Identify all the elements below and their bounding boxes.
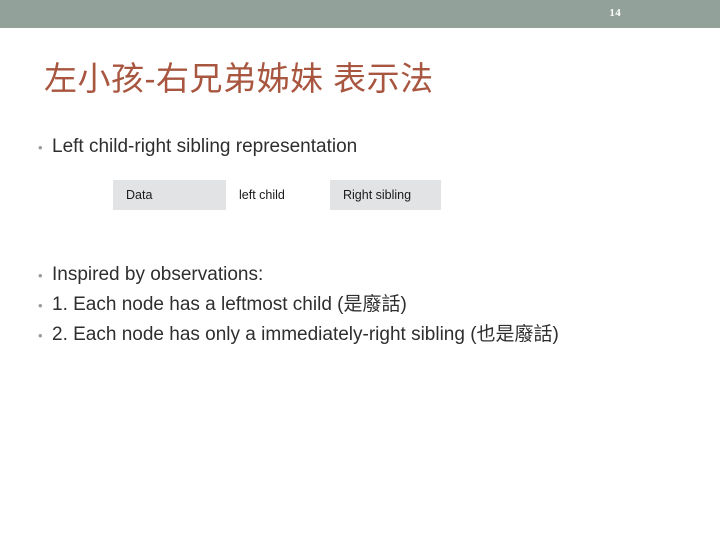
bullet-item-3-label: 1. Each node has a leftmost child (是廢話): [52, 294, 407, 315]
bullet-icon: •: [38, 298, 43, 313]
representation-table: Data left child Right sibling: [113, 180, 441, 210]
bullet-item-4: • 2. Each node has only a immediately-ri…: [38, 322, 559, 349]
bullet-icon: •: [38, 328, 43, 343]
table-cell-left-child: left child: [226, 180, 330, 210]
bullet-item-3: • 1. Each node has a leftmost child (是廢話…: [38, 292, 407, 319]
bullet-item-1: • Left child-right sibling representatio…: [38, 134, 357, 161]
bullet-icon: •: [38, 140, 43, 155]
bullet-item-4-label: 2. Each node has only a immediately-righ…: [52, 324, 559, 345]
page-title: 左小孩-右兄弟姊妹 表示法: [44, 60, 434, 97]
table-cell-data: Data: [113, 180, 226, 210]
bullet-item-2-label: Inspired by observations:: [52, 264, 264, 285]
slide-content: 左小孩-右兄弟姊妹 表示法 • Left child-right sibling…: [0, 28, 720, 540]
bullet-item-2: • Inspired by observations:: [38, 262, 263, 289]
bullet-item-1-label: Left child-right sibling representation: [52, 136, 358, 157]
table-cell-right-sibling: Right sibling: [330, 180, 441, 210]
page-number: 14: [609, 7, 621, 19]
bullet-icon: •: [38, 268, 43, 283]
